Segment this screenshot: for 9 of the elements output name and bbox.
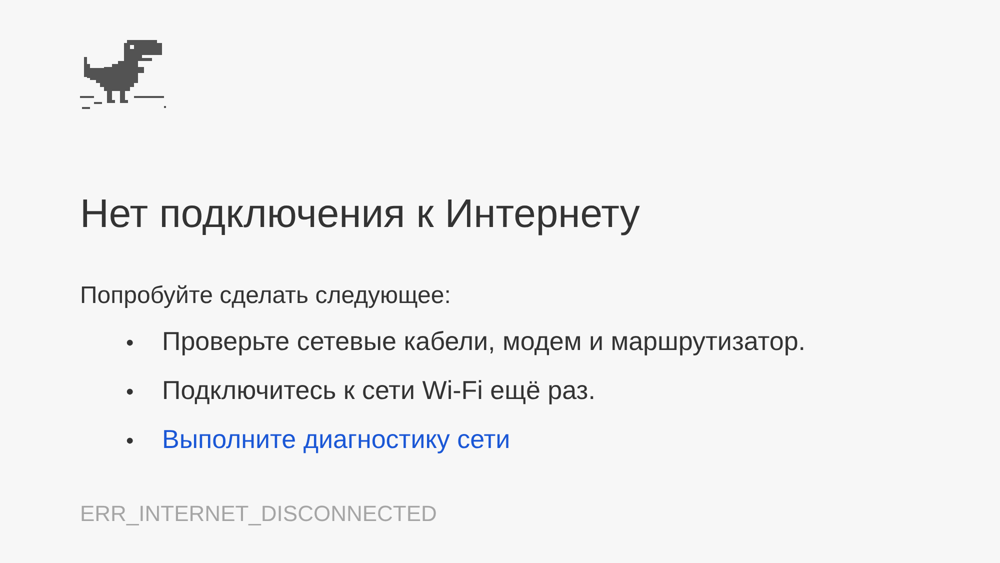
bullet: •: [126, 329, 135, 357]
diagnostics-link[interactable]: Выполните диагностику сети: [162, 420, 510, 459]
bullet: •: [126, 427, 135, 455]
suggestion-text: Проверьте сетевые кабели, модем и маршрутизатор.: [162, 325, 806, 358]
suggestions-intro: Попробуйте сделать следующее:: [80, 281, 452, 311]
error-code: ERR_INTERNET_DISCONNECTED: [80, 500, 438, 528]
bullet: •: [126, 378, 135, 406]
suggestion-text: Подключитесь к сети Wi-Fi ещё раз.: [162, 374, 596, 407]
page-heading: Нет подключения к Интернету: [80, 191, 641, 238]
